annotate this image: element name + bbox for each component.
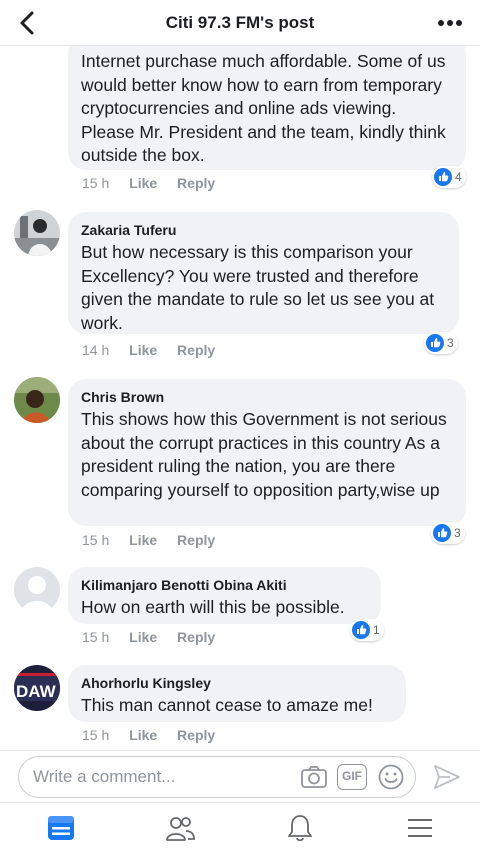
gif-icon[interactable]: GIF [337,764,367,790]
comment-meta: 15 h Like Reply [82,532,231,548]
page-title: Citi 97.3 FM's post [165,13,315,32]
comment-text: How on earth will this be possible. [81,597,345,617]
like-button[interactable]: Like [129,727,157,743]
reply-button[interactable]: Reply [177,342,215,358]
send-icon[interactable] [432,763,462,791]
comment-author[interactable]: Zakaria Tuferu [81,220,446,240]
top-bar: Citi 97.3 FM's post [0,0,480,46]
comment-composer: Write a comment... GIF [0,750,480,802]
reaction-number: 3 [454,526,461,540]
reaction-count[interactable]: 3 [424,332,458,354]
comment-bubble[interactable]: Chris Brown This shows how this Governme… [68,379,466,526]
avatar[interactable] [14,210,60,256]
like-reaction-icon [352,621,370,639]
comment-meta: 14 h Like Reply [82,342,231,358]
comment-text: But how necessary is this comparison you… [81,242,435,333]
comment-author[interactable]: Ahorhorlu Kingsley [81,673,393,693]
reaction-count[interactable]: 3 [431,522,465,544]
comment-meta: 15 h Like Reply [82,727,231,743]
reaction-number: 3 [447,336,454,350]
avatar[interactable] [14,567,60,613]
comment-time: 14 h [82,342,110,358]
avatar[interactable] [14,377,60,423]
reply-button[interactable]: Reply [177,727,215,743]
more-icon[interactable] [436,12,464,34]
comment-bubble[interactable]: Ahorhorlu Kingsley This man cannot cease… [68,665,406,722]
like-reaction-icon [433,524,451,542]
comment-bubble[interactable]: Zakaria Tuferu But how necessary is this… [68,212,459,334]
comment-bubble[interactable]: Kilimanjaro Benotti Obina Akiti How on e… [68,567,381,624]
comment-text: Internet purchase much affordable. Some … [81,51,446,165]
friends-icon[interactable] [164,813,196,843]
comment-time: 15 h [82,629,110,645]
menu-icon[interactable] [404,813,436,843]
comment-thread: Internet purchase much affordable. Some … [0,46,480,750]
like-button[interactable]: Like [129,532,157,548]
comment-meta: 15 h Like Reply [82,175,231,191]
reaction-count[interactable]: 1 [350,619,384,641]
news-feed-icon[interactable] [45,813,77,843]
comment-bubble[interactable]: Internet purchase much affordable. Some … [68,46,466,170]
like-button[interactable]: Like [129,342,157,358]
comment-author[interactable]: Chris Brown [81,387,453,407]
comment-author[interactable]: Kilimanjaro Benotti Obina Akiti [81,575,368,595]
comment-time: 15 h [82,532,110,548]
emoji-icon[interactable] [377,763,405,791]
camera-icon[interactable] [300,765,328,789]
notifications-icon[interactable] [284,813,316,843]
like-button[interactable]: Like [129,175,157,191]
gif-label: GIF [342,769,362,783]
comment-text: This man cannot cease to amaze me! [81,695,373,715]
avatar-logo-text: DAW [16,682,57,701]
like-reaction-icon [434,168,452,186]
like-button[interactable]: Like [129,629,157,645]
like-reaction-icon [426,334,444,352]
reply-button[interactable]: Reply [177,175,215,191]
reaction-count[interactable]: 4 [432,166,466,188]
reply-button[interactable]: Reply [177,629,215,645]
comment-text: This shows how this Government is not se… [81,409,447,500]
comment-meta: 15 h Like Reply [82,629,231,645]
bottom-tab-bar [0,802,480,853]
comment-time: 15 h [82,175,110,191]
avatar[interactable]: DAW [14,665,60,711]
reply-button[interactable]: Reply [177,532,215,548]
reaction-number: 4 [455,170,462,184]
comment-time: 15 h [82,727,110,743]
reaction-number: 1 [373,623,380,637]
